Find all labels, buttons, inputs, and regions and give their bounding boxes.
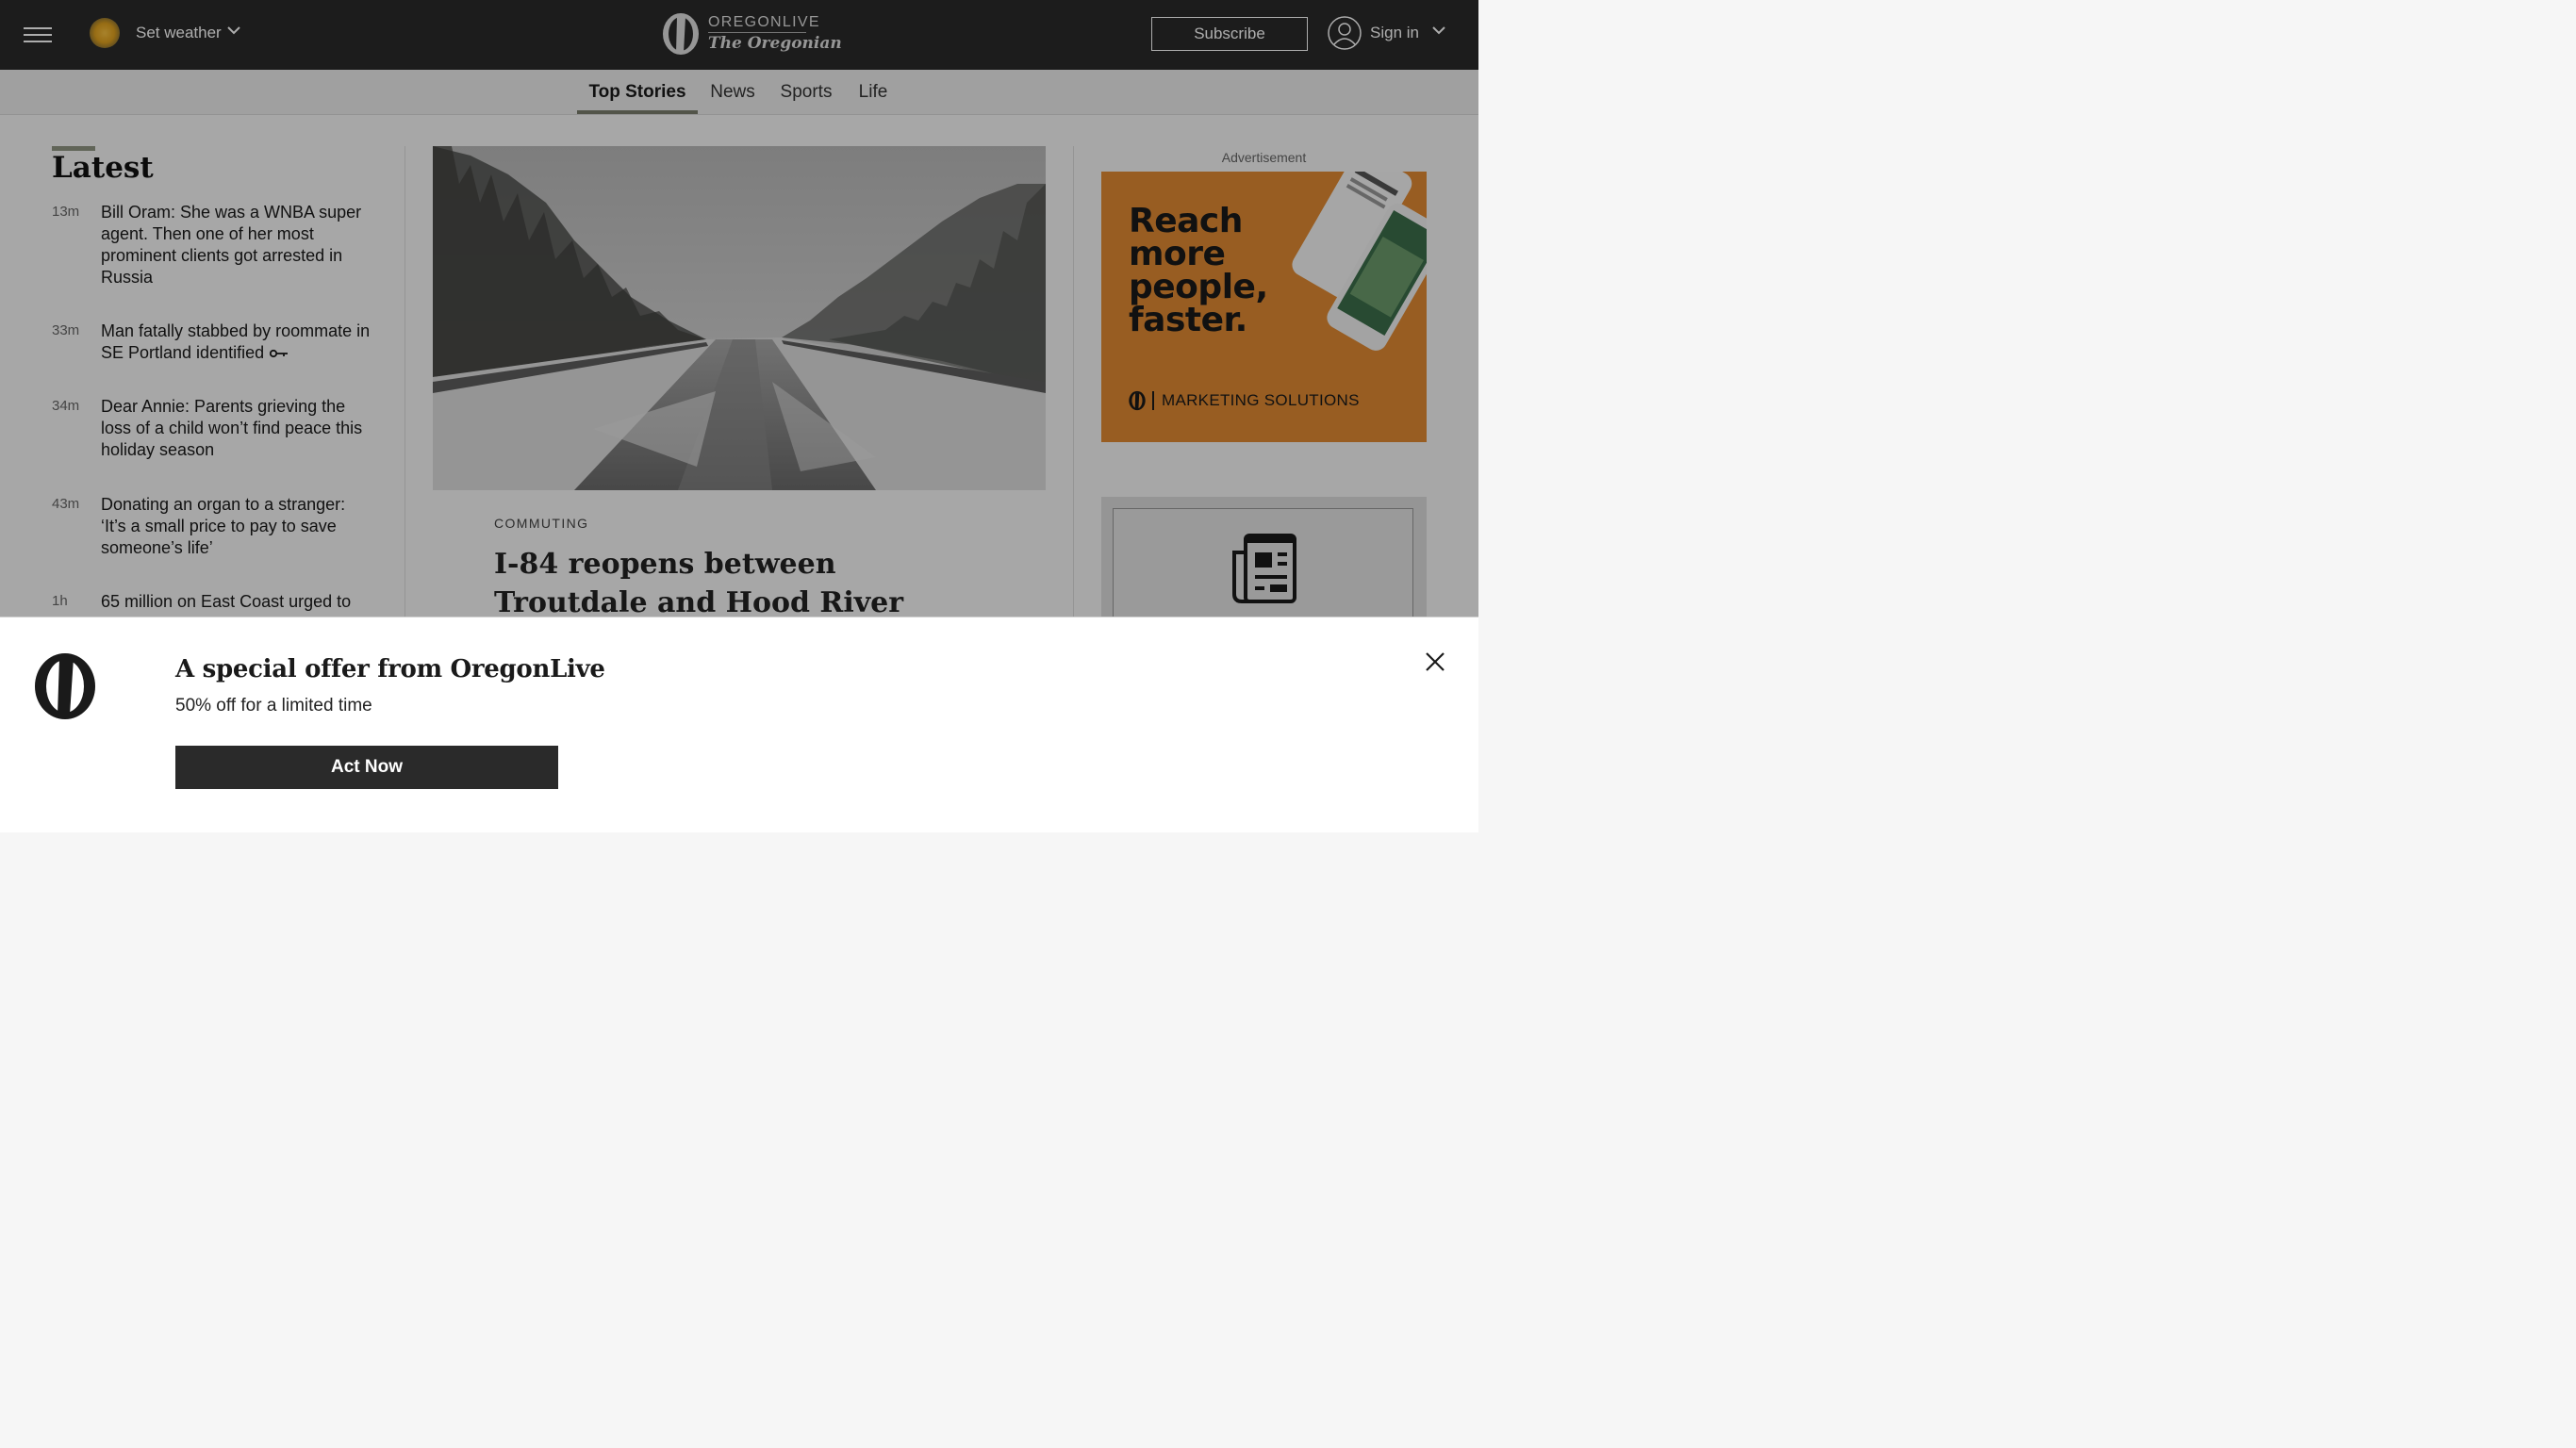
subscribe-button[interactable]: Subscribe [1151,17,1308,51]
newsletter-widget-frame [1113,508,1413,631]
chevron-down-icon[interactable] [226,25,241,36]
oregonian-logo-icon [1129,390,1146,411]
top-header: Set weather OREGONLIVE The Oregonian Sub… [0,0,1478,70]
story-headline[interactable]: Bill Oram: She was a WNBA super agent. T… [101,202,374,288]
key-icon [270,350,289,358]
tab-sports[interactable]: Sports [773,70,839,114]
offer-subtitle: 50% off for a limited time [175,696,372,716]
advertisement-label: Advertisement [1221,150,1307,165]
story-headline[interactable]: Donating an organ to a stranger: ‘It’s a… [101,494,374,559]
tab-life[interactable]: Life [851,70,895,114]
chevron-down-icon[interactable] [1431,25,1446,36]
article-kicker[interactable]: COMMUTING [494,516,588,531]
newspaper-icon [1232,534,1296,603]
oregonian-logo-icon [35,653,95,719]
logo-divider [708,32,806,33]
story-time: 34m [52,398,80,414]
article-hero-image[interactable] [433,146,1046,490]
sign-in-button[interactable]: Sign in [1370,24,1419,42]
story-headline-text[interactable]: Man fatally stabbed by roommate in SE Po… [101,321,370,362]
close-icon[interactable] [1424,650,1446,673]
offer-title: A special offer from OregonLive [175,655,605,683]
story-time: 43m [52,496,80,512]
advertisement-banner[interactable]: Reach more people, faster. MARKETING SOL… [1101,172,1427,442]
story-time: 13m [52,204,80,220]
logo-wordmark-top: OREGONLIVE [708,14,820,30]
tab-top-stories[interactable]: Top Stories [577,70,698,114]
newsletter-widget[interactable] [1101,497,1427,631]
tab-news[interactable]: News [703,70,762,114]
subscription-offer-panel: A special offer from OregonLive 50% off … [0,617,1478,832]
story-headline[interactable]: Man fatally stabbed by roommate in SE Po… [101,321,374,364]
set-weather-button[interactable]: Set weather [136,24,222,42]
story-time: 1h [52,593,68,609]
story-headline[interactable]: 65 million on East Coast urged to [101,591,374,613]
menu-icon[interactable] [24,25,52,44]
ad-brand-text: MARKETING SOLUTIONS [1162,391,1360,409]
act-now-button[interactable]: Act Now [175,746,558,789]
ad-brand: MARKETING SOLUTIONS [1128,390,1360,411]
oregonian-logo-icon[interactable] [661,11,701,57]
section-nav: Top Stories News Sports Life [0,70,1478,115]
latest-heading: Latest [52,151,154,185]
user-icon[interactable] [1328,16,1362,50]
phone-illustration-icon [1292,172,1427,351]
ad-headline: Reach more people, faster. [1129,202,1268,339]
story-time: 33m [52,322,80,338]
logo-wordmark-bottom: The Oregonian [708,34,842,53]
sun-icon[interactable] [90,18,120,48]
column-divider [1073,146,1074,617]
story-headline[interactable]: Dear Annie: Parents grieving the loss of… [101,396,374,461]
